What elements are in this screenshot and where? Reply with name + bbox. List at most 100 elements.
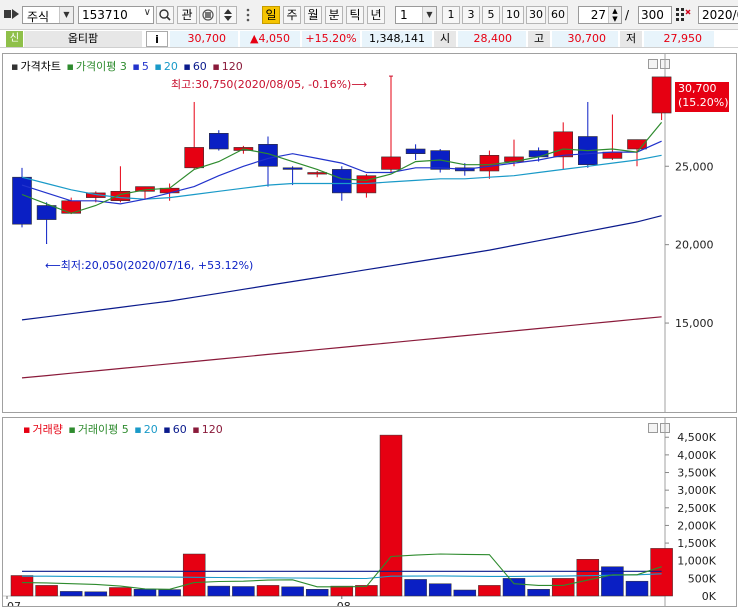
stock-code-value: 153710	[82, 8, 128, 22]
x-tick-label: 07	[7, 600, 21, 606]
quick-count-30[interactable]: 30	[526, 6, 546, 24]
price-tick-label: 25,000	[675, 160, 714, 173]
candle-body	[479, 155, 500, 172]
open-label: 시	[434, 31, 456, 47]
x-tick-label: 08	[337, 600, 351, 606]
candle-body	[405, 148, 426, 154]
candle-body	[381, 156, 401, 170]
volume-tick-label: 2,000K	[677, 519, 716, 532]
volume-tick-label: 1,000K	[677, 555, 716, 568]
quote-bar: 신 옵티팜 i 30,700 ▲4,050 +15.20% 1,348,141 …	[0, 30, 738, 48]
market-select[interactable]: 주식 ▼	[22, 6, 74, 24]
volume-chart-plot: 500K 1,000K 1,500K 2,000K 2,500K 3,000K 3,500K…	[3, 418, 717, 606]
volume-bar	[625, 580, 649, 597]
candle-body	[12, 176, 32, 225]
quick-count-5[interactable]: 5	[482, 6, 500, 24]
volume-bar	[330, 585, 354, 597]
current-price: 30,700	[170, 31, 238, 47]
stock-name: 옵티팜	[24, 31, 142, 47]
period-year-button[interactable]: 년	[367, 6, 385, 24]
candle-body	[184, 147, 204, 169]
display-count-stepper[interactable]: 27 ▲ ▼	[578, 6, 622, 24]
volume-tick-label: 1,500K	[677, 537, 716, 550]
stock-stepper[interactable]	[219, 6, 237, 24]
volume-tick-label: 3,000K	[677, 484, 716, 497]
stock-search-button[interactable]	[156, 6, 174, 24]
total-count-input[interactable]: 300	[638, 6, 672, 24]
volume-bar	[650, 548, 673, 597]
toolbar: 주식 ▼ 153710 ∨ 관 일 주 월 분 틱 년 1 ▼ 1 3 5 10…	[0, 0, 738, 30]
zoom-grid-icon[interactable]	[675, 7, 691, 23]
period-day-button[interactable]: 일	[262, 6, 280, 24]
display-count-value: 27	[590, 8, 606, 22]
volume-zero-label: 0K	[702, 590, 717, 603]
chevron-down-icon: ▼	[59, 7, 73, 23]
open-price: 28,400	[458, 31, 526, 47]
low-label: 저	[620, 31, 642, 47]
quick-count-60[interactable]: 60	[548, 6, 568, 24]
volume-bar	[576, 559, 600, 597]
volume-bar	[133, 589, 157, 597]
change-rate: +15.20%	[302, 31, 360, 47]
period-month-button[interactable]: 월	[304, 6, 322, 24]
volume-bar	[428, 583, 452, 597]
ma120-line	[21, 316, 662, 379]
volume-chart-panel[interactable]: ▪ 거래량 ▪ 거래이평 5 ▪ 20 ▪ 60 ▪ 120 500K 1,000K 1,50…	[2, 417, 737, 607]
volume-bar	[232, 586, 255, 597]
stock-code-input[interactable]: 153710 ∨	[78, 6, 154, 24]
price-tick-label: 15,000	[675, 317, 714, 330]
market-select-value: 주식	[27, 10, 50, 24]
candle-body	[36, 205, 57, 220]
volume-bar	[35, 585, 58, 597]
quick-count-10[interactable]: 10	[502, 6, 524, 24]
gear-icon	[202, 9, 214, 21]
volume-bar	[256, 585, 280, 597]
quick-count-3[interactable]: 3	[462, 6, 480, 24]
count-divider: /	[625, 8, 630, 22]
trade-volume: 1,348,141	[362, 31, 432, 47]
volume-tick-label: 2,500K	[677, 502, 716, 515]
search-icon	[159, 9, 171, 21]
volume-bar	[59, 591, 83, 597]
date-input[interactable]: 2020/0	[698, 6, 738, 24]
period-tick-button[interactable]: 틱	[346, 6, 364, 24]
volume-tick-label: 500K	[688, 572, 717, 585]
more-icon[interactable]	[241, 6, 255, 24]
ma60-line	[21, 215, 662, 321]
price-change: ▲4,050	[240, 31, 300, 47]
candle-body	[331, 169, 352, 194]
chevron-down-icon: ▼	[422, 7, 436, 23]
volume-bar	[109, 587, 132, 597]
candle-body	[553, 131, 574, 158]
volume-bar	[305, 589, 329, 597]
market-menu-icon[interactable]	[4, 8, 20, 20]
volume-bar	[551, 578, 575, 597]
volume-tick-label: 3,500K	[677, 467, 716, 480]
volume-bar	[281, 586, 304, 597]
volume-tick-label: 4,000K	[677, 449, 716, 462]
quick-count-1[interactable]: 1	[442, 6, 460, 24]
volume-bar	[182, 553, 206, 597]
price-chart-plot: 15,000 20,000 25,000	[12, 54, 714, 412]
vma20-line	[22, 573, 662, 580]
volume-tick-label: 4,500K	[677, 431, 716, 444]
volume-bar	[10, 575, 34, 597]
price-tick-label: 20,000	[675, 239, 714, 252]
chevron-down-icon[interactable]: ∨	[144, 7, 151, 18]
settings-button[interactable]	[199, 6, 217, 24]
volume-bar	[207, 585, 231, 597]
price-chart-panel[interactable]: ▪ 가격차트 ▪ 가격이평 3 ▪ 5 ▪ 20 ▪ 60 ▪ 120 최고:30,750(…	[2, 53, 737, 413]
spin-arrows-icon[interactable]: ▲ ▼	[608, 7, 621, 23]
low-price: 27,950	[644, 31, 714, 47]
candle-body	[282, 167, 303, 170]
stock-info-button[interactable]: i	[146, 31, 168, 47]
period-minute-button[interactable]: 분	[325, 6, 343, 24]
up-down-arrows-icon	[224, 9, 232, 21]
period-week-button[interactable]: 주	[283, 6, 301, 24]
unit-select[interactable]: 1 ▼	[395, 6, 437, 24]
interest-stock-button[interactable]: 관	[177, 6, 197, 24]
volume-bar	[502, 578, 526, 597]
volume-bar	[527, 589, 550, 597]
candle-body	[528, 150, 549, 158]
volume-bar	[158, 589, 181, 597]
